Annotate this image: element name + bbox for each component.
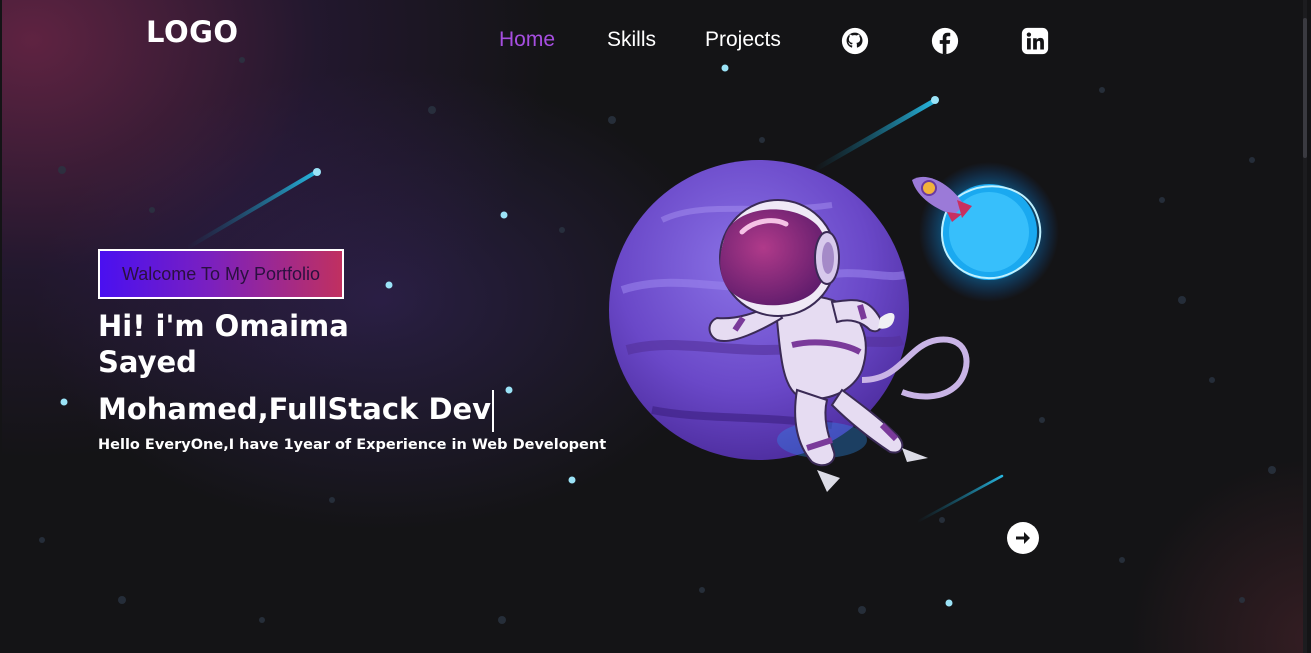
hero-subtitle: Hello EveryOne,I have 1year of Experienc…	[98, 437, 607, 453]
github-icon[interactable]	[840, 26, 870, 56]
next-arrow-button[interactable]	[1007, 522, 1039, 554]
linkedin-icon[interactable]	[1020, 26, 1050, 56]
welcome-badge: Walcome To My Portfolio	[98, 249, 344, 299]
hero-role: Mohamed,FullStack Dev	[98, 390, 495, 432]
hero-section: LOGO Home Skills Projects Walcome To My …	[2, 0, 1307, 653]
nav-skills[interactable]: Skills	[607, 28, 656, 52]
site-logo[interactable]: LOGO	[146, 15, 239, 49]
nav-projects[interactable]: Projects	[705, 28, 781, 52]
hero-headline: Hi! i'm Omaima Sayed	[98, 308, 349, 380]
scrollbar-thumb[interactable]	[1303, 18, 1307, 158]
headline-line-1: Hi! i'm Omaima	[98, 309, 349, 343]
scrollbar[interactable]	[1303, 0, 1307, 653]
nav-home[interactable]: Home	[499, 28, 555, 52]
headline-line-2: Sayed	[98, 345, 197, 379]
typing-cursor	[492, 390, 495, 432]
role-text: Mohamed,FullStack Dev	[98, 392, 492, 426]
facebook-icon[interactable]	[930, 26, 960, 56]
arrow-right-icon	[1016, 532, 1030, 544]
